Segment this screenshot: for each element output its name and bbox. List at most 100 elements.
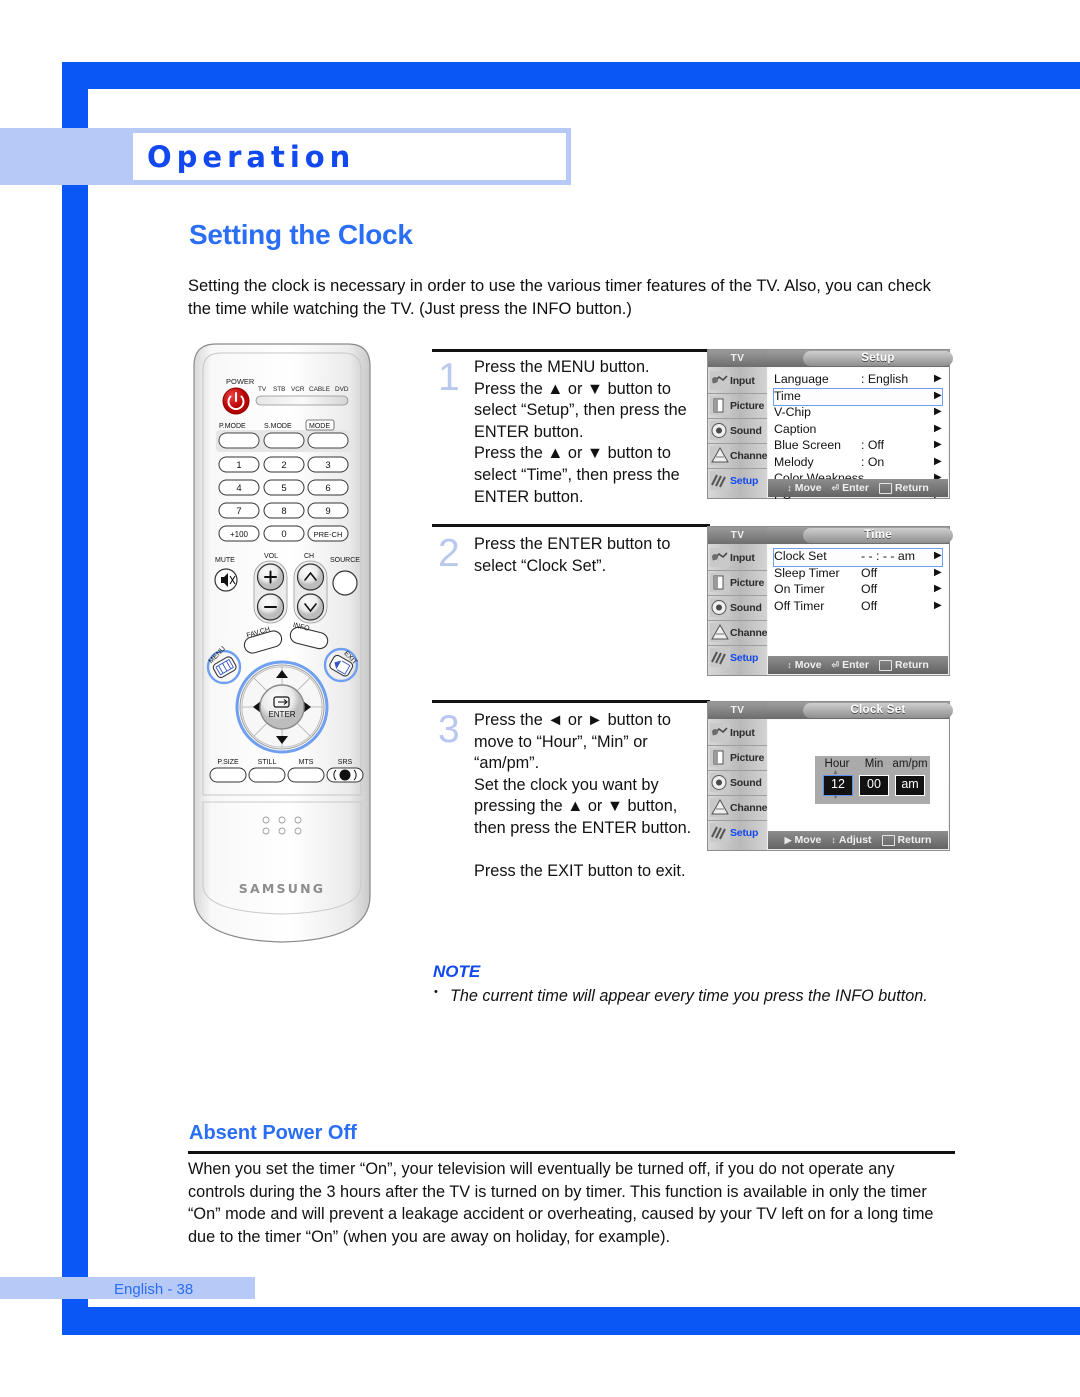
osd-row[interactable]: Sleep Timer Off ▶: [774, 566, 942, 583]
clock-field-min[interactable]: 00: [859, 775, 889, 796]
step-line: “am/pm”.: [474, 754, 540, 773]
sidebar-label-sound: Sound: [730, 601, 762, 614]
chevron-right-icon[interactable]: ▶: [934, 390, 942, 401]
osd-tv-label: TV: [708, 527, 767, 544]
svg-text:PRE-CH: PRE-CH: [314, 530, 343, 539]
osd-row-label: On Timer: [774, 582, 825, 596]
sidebar-item-setup[interactable]: Setup: [708, 645, 767, 670]
osd-clockset-body: Hour Min am/pm ▲ ▼ 12 00 am: [768, 720, 948, 831]
sidebar-item-picture[interactable]: Picture: [708, 745, 767, 771]
page-frame-inner-line: [88, 89, 1080, 90]
chevron-right-icon[interactable]: ▶: [934, 583, 942, 594]
source-label: SOURCE: [330, 557, 360, 564]
osd-footer-hint: Return: [878, 482, 929, 494]
osd-row-value: : Off: [861, 438, 885, 452]
step-2-rule: [432, 524, 710, 527]
sidebar-item-channel[interactable]: Channel: [708, 443, 771, 469]
clock-set-panel: Hour Min am/pm ▲ ▼ 12 00 am: [815, 756, 930, 804]
chevron-right-icon[interactable]: ▶: [934, 439, 942, 450]
page-frame-left-bar: [62, 62, 88, 1335]
channel-icon: [710, 446, 730, 465]
picture-icon: [710, 573, 730, 592]
chevron-right-icon[interactable]: ▶: [934, 423, 942, 434]
srs-label: SRS: [338, 759, 353, 766]
sidebar-item-sound[interactable]: Sound: [708, 770, 767, 796]
smode-button[interactable]: [263, 432, 305, 449]
pmode-button[interactable]: [218, 432, 260, 449]
osd-row-label: Time: [774, 388, 801, 403]
chevron-right-icon[interactable]: ▶: [934, 600, 942, 611]
still-button[interactable]: [248, 767, 286, 783]
sidebar-item-picture[interactable]: Picture: [708, 570, 767, 596]
osd-row-value: Off: [861, 565, 878, 580]
sidebar-item-picture[interactable]: Picture: [708, 393, 767, 419]
osd-row[interactable]: V-Chip ▶: [774, 405, 942, 422]
osd-clockset-title: Clock Set: [850, 704, 906, 716]
mute-label: MUTE: [215, 557, 235, 564]
sidebar-item-sound[interactable]: Sound: [708, 418, 767, 444]
device-selector-bar[interactable]: [255, 395, 349, 406]
absent-power-off-title: Absent Power Off: [189, 1122, 357, 1144]
sidebar-label-picture: Picture: [730, 576, 765, 589]
step-1-text: Press the MENU button. Press the ▲ or ▼ b…: [474, 357, 712, 508]
step-1-number: 1: [438, 356, 460, 399]
setup-icon: [710, 823, 730, 842]
osd-footer-hint: ↕ Move: [787, 659, 821, 671]
osd-row-label: Off Timer: [774, 598, 825, 613]
chevron-right-icon[interactable]: ▶: [934, 567, 942, 578]
psize-button[interactable]: [209, 767, 247, 783]
absent-power-off-rule: [188, 1151, 955, 1154]
sidebar-item-input[interactable]: Input: [708, 720, 767, 746]
osd-footer-hint: Return: [881, 834, 931, 846]
clock-header-ampm: am/pm: [892, 758, 928, 770]
osd-footer-hint: ⏎ Enter: [832, 482, 869, 494]
sidebar-item-input[interactable]: Input: [708, 545, 767, 571]
sidebar-item-channel[interactable]: Channel: [708, 795, 770, 821]
chevron-right-icon[interactable]: ▶: [934, 406, 942, 417]
input-icon: [710, 371, 730, 390]
osd-footer-label: Move: [794, 659, 822, 671]
svg-text:4: 4: [236, 483, 241, 494]
note-bullet: •: [434, 986, 438, 998]
osd-row[interactable]: Language: English ▶: [774, 372, 942, 389]
device-label-stb: STB: [273, 386, 285, 393]
channel-icon: [710, 623, 730, 642]
picture-icon: [710, 396, 730, 415]
osd-row-value: Off: [861, 582, 878, 596]
chevron-right-icon[interactable]: ▶: [934, 456, 942, 467]
channel-up-button[interactable]: [296, 563, 325, 591]
sidebar-item-channel[interactable]: Channel: [708, 620, 771, 646]
osd-row[interactable]: On Timer Off ▶: [774, 582, 942, 599]
clock-field-ampm[interactable]: am: [895, 775, 925, 796]
step-3-text: Press the ◄ or ► button to move to “Hour”…: [474, 710, 712, 883]
source-button[interactable]: [332, 570, 358, 596]
chevron-right-icon[interactable]: ▶: [934, 550, 942, 561]
osd-clockset-menu: TV Input Picture Sound Channel Setup Clo…: [707, 701, 953, 851]
sidebar-label-channel: Channel: [730, 449, 771, 462]
osd-row[interactable]: Off Timer Off ▶: [774, 599, 942, 616]
osd-row[interactable]: Time ▶: [773, 387, 943, 406]
sidebar-label-channel: Channel: [730, 626, 771, 639]
sidebar-item-setup[interactable]: Setup: [708, 468, 767, 493]
setup-icon: [710, 471, 730, 490]
sidebar-item-sound[interactable]: Sound: [708, 595, 767, 621]
sidebar-item-input[interactable]: Input: [708, 368, 767, 394]
osd-row[interactable]: Blue Screen: Off ▶: [774, 438, 942, 455]
channel-down-button[interactable]: [296, 593, 325, 621]
osd-tv-label: TV: [708, 350, 767, 367]
osd-tv-label: TV: [708, 702, 767, 719]
sidebar-item-setup[interactable]: Setup: [708, 820, 767, 845]
footer-page-label: English - 38: [114, 1281, 194, 1298]
osd-row[interactable]: Caption ▶: [774, 422, 942, 439]
mode-button[interactable]: [307, 432, 349, 449]
mts-label: MTS: [299, 759, 314, 766]
osd-row[interactable]: Melody: On ▶: [774, 455, 942, 472]
step-line: Press the ENTER button to: [474, 535, 671, 553]
osd-row[interactable]: Clock Set - - : - - am ▶: [773, 548, 943, 567]
osd-row-label: Language: [774, 372, 829, 386]
chevron-right-icon[interactable]: ▶: [934, 373, 942, 384]
mode-label: MODE: [309, 423, 330, 430]
step-line: Press the ▲ or ▼ button to: [474, 444, 671, 463]
clock-field-hour[interactable]: 12: [823, 775, 853, 796]
mts-button[interactable]: [287, 767, 325, 783]
